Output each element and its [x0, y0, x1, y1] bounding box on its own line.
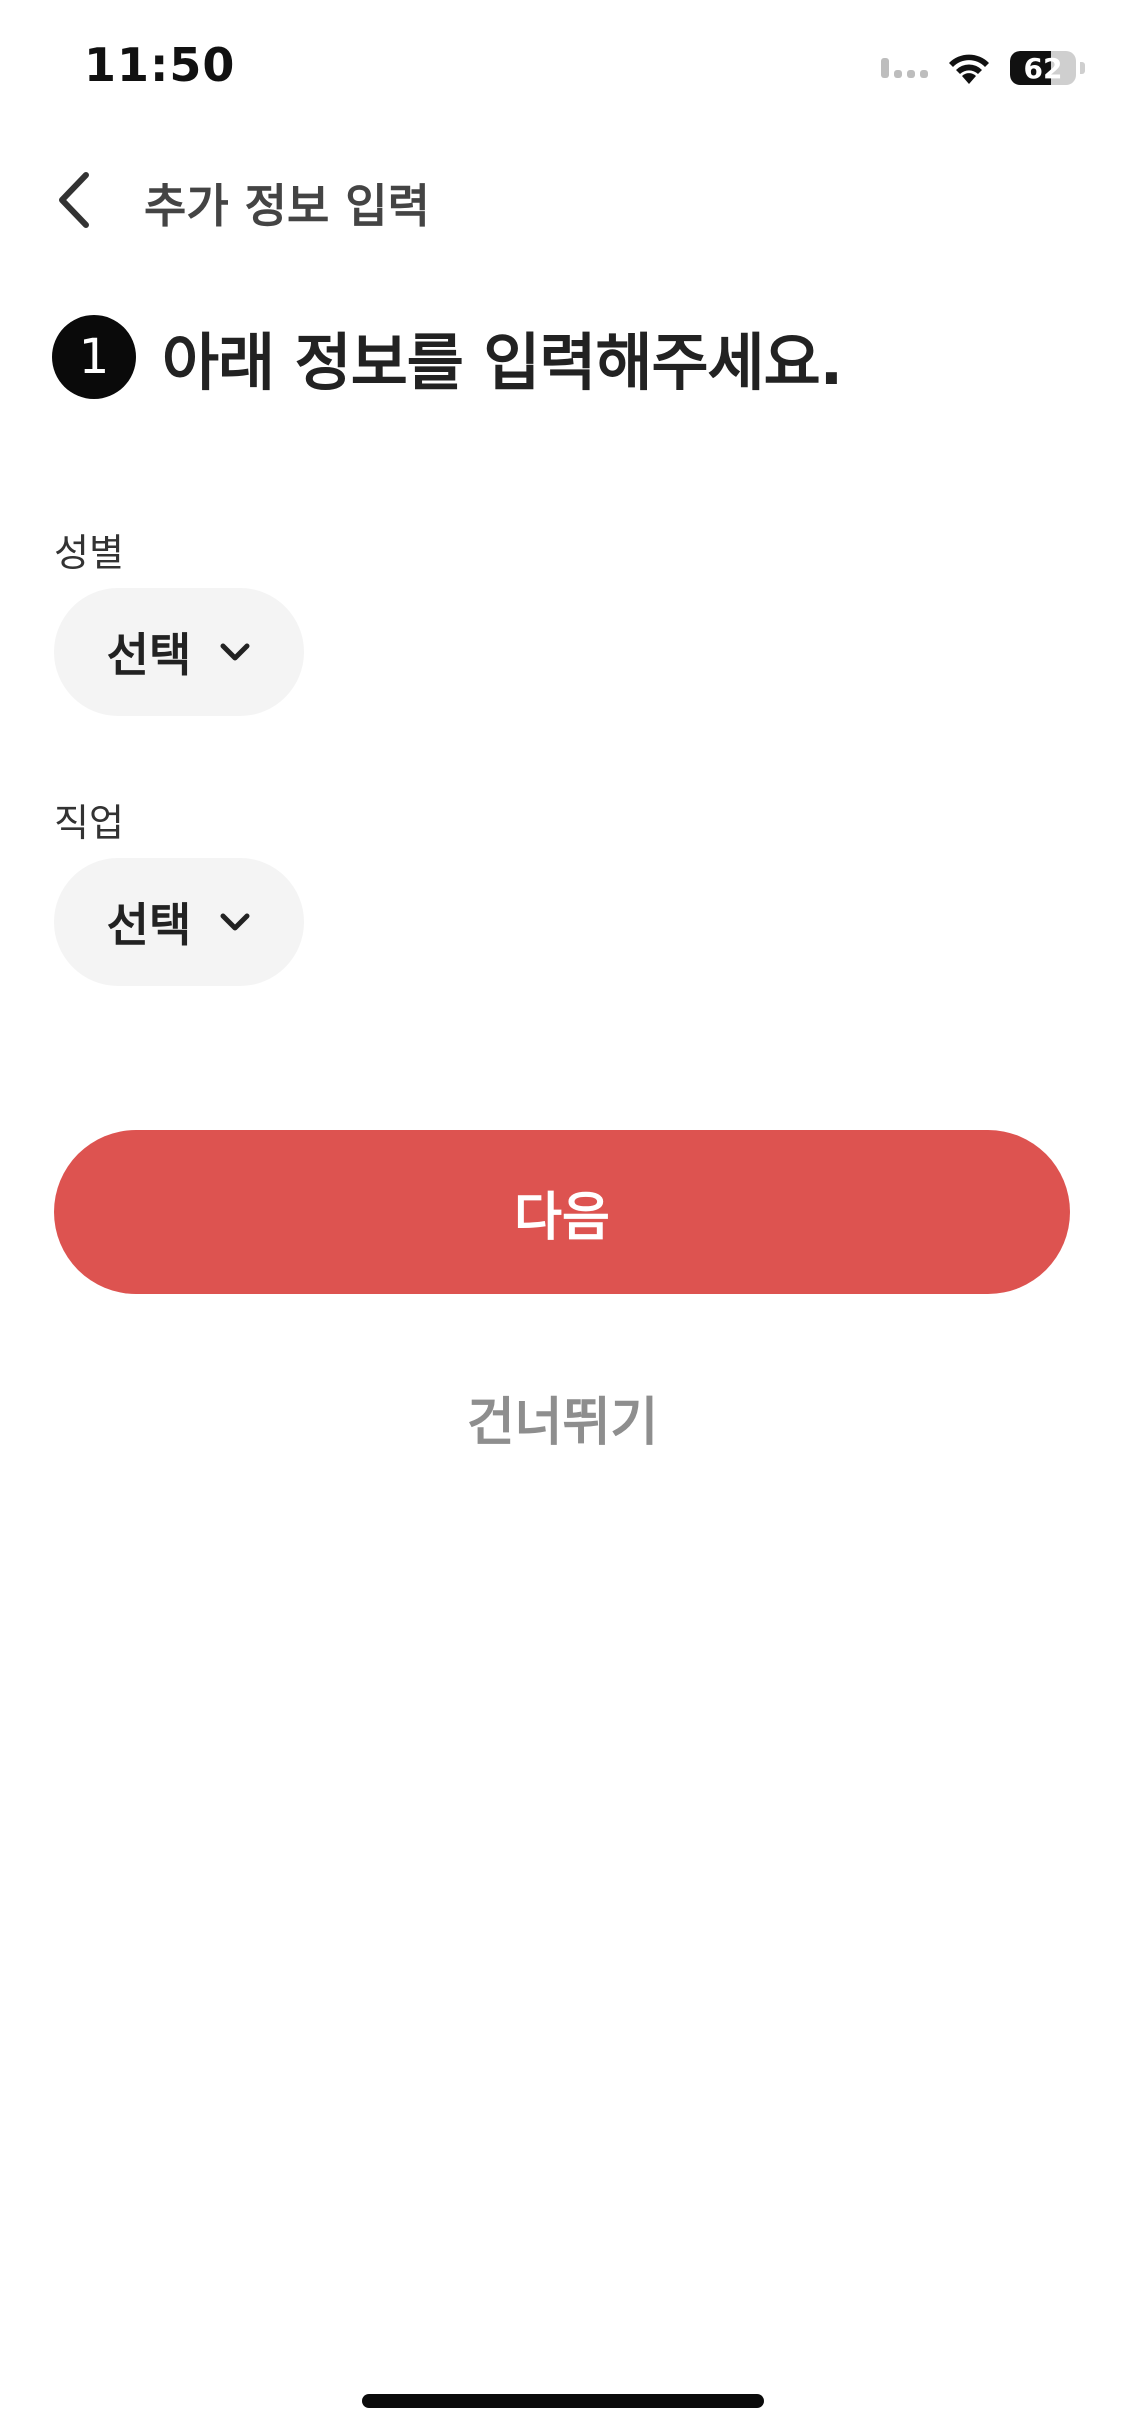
skip-link[interactable]: 건너뛰기 [0, 1380, 1125, 1455]
step-number-badge: 1 [52, 315, 136, 399]
nav-header: 추가 정보 입력 [0, 160, 1125, 240]
chevron-down-icon [220, 643, 250, 661]
chevron-down-icon [220, 913, 250, 931]
battery-nub [1080, 62, 1085, 74]
status-indicators: 62 [881, 48, 1085, 88]
gender-select-value: 선택 [106, 628, 192, 682]
home-indicator[interactable] [362, 2394, 764, 2408]
next-button[interactable]: 다음 [54, 1130, 1070, 1294]
back-button[interactable] [44, 170, 104, 230]
cellular-signal-icon [881, 58, 928, 78]
battery-level: 62 [1023, 51, 1063, 85]
step-heading: 1 아래 정보를 입력해주세요. [52, 312, 843, 402]
step-title: 아래 정보를 입력해주세요. [162, 326, 843, 399]
job-label: 직업 [54, 801, 124, 845]
job-select[interactable]: 선택 [54, 858, 304, 986]
wifi-icon [949, 54, 989, 84]
status-time: 11:50 [84, 38, 236, 92]
page-title: 추가 정보 입력 [144, 179, 430, 233]
gender-select[interactable]: 선택 [54, 588, 304, 716]
battery-icon: 62 [1010, 51, 1076, 85]
chevron-left-icon [59, 172, 89, 228]
job-select-value: 선택 [106, 898, 192, 952]
gender-label: 성별 [54, 531, 124, 575]
